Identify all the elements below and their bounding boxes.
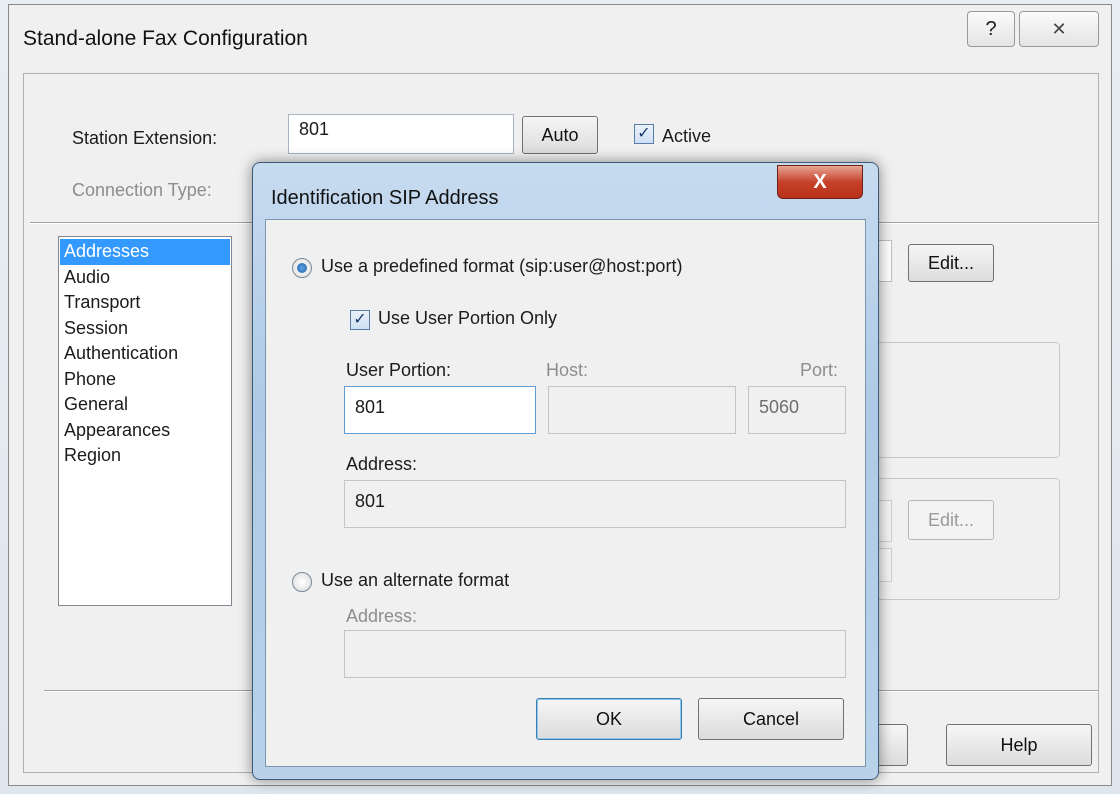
predefined-format-radio[interactable] [292, 258, 312, 278]
user-portion-input[interactable]: 801 [344, 386, 536, 434]
list-item-general[interactable]: General [60, 392, 230, 418]
window-title: Stand-alone Fax Configuration [23, 27, 308, 50]
alternate-format-label: Use an alternate format [321, 570, 510, 590]
address-label: Address: [346, 454, 418, 474]
help-icon[interactable]: ? [967, 11, 1015, 47]
alternate-address-label: Address: [346, 606, 418, 626]
user-portion-label: User Portion: [346, 360, 452, 380]
address-readonly-field: 801 [344, 480, 846, 528]
predefined-format-label: Use a predefined format (sip:user@host:p… [321, 256, 683, 276]
edit-button-disabled[interactable]: Edit... [908, 500, 994, 540]
port-input[interactable]: 5060 [748, 386, 846, 434]
active-checkbox[interactable]: ✓ [634, 124, 654, 144]
dialog-title: Identification SIP Address [271, 187, 499, 209]
station-extension-input[interactable]: 801 [288, 114, 514, 154]
dialog-close-icon[interactable]: X [777, 165, 863, 199]
alternate-format-radio[interactable] [292, 572, 312, 592]
identification-sip-address-dialog: Identification SIP Address X Use a prede… [252, 162, 879, 780]
host-label: Host: [546, 360, 589, 380]
station-extension-label: Station Extension: [72, 128, 218, 148]
list-item-audio[interactable]: Audio [60, 265, 230, 291]
close-icon[interactable]: ✕ [1019, 11, 1099, 47]
list-item-transport[interactable]: Transport [60, 290, 230, 316]
list-item-region[interactable]: Region [60, 443, 230, 469]
list-item-appearances[interactable]: Appearances [60, 418, 230, 444]
port-label: Port: [800, 360, 839, 380]
list-item-addresses[interactable]: Addresses [60, 239, 230, 265]
cancel-button[interactable]: Cancel [698, 698, 844, 740]
list-item-session[interactable]: Session [60, 316, 230, 342]
list-item-phone[interactable]: Phone [60, 367, 230, 393]
list-item-authentication[interactable]: Authentication [60, 341, 230, 367]
edit-button[interactable]: Edit... [908, 244, 994, 282]
category-list[interactable]: Addresses Audio Transport Session Authen… [58, 236, 232, 606]
auto-button[interactable]: Auto [522, 116, 598, 154]
dialog-client-area: Use a predefined format (sip:user@host:p… [265, 219, 866, 767]
ok-button[interactable]: OK [536, 698, 682, 740]
help-button[interactable]: Help [946, 724, 1092, 766]
active-label: Active [662, 126, 712, 146]
user-portion-only-checkbox[interactable]: ✓ [350, 310, 370, 330]
alternate-address-input[interactable] [344, 630, 846, 678]
user-portion-only-label: Use User Portion Only [378, 308, 558, 328]
host-input[interactable] [548, 386, 736, 434]
connection-type-label: Connection Type: [72, 180, 212, 200]
